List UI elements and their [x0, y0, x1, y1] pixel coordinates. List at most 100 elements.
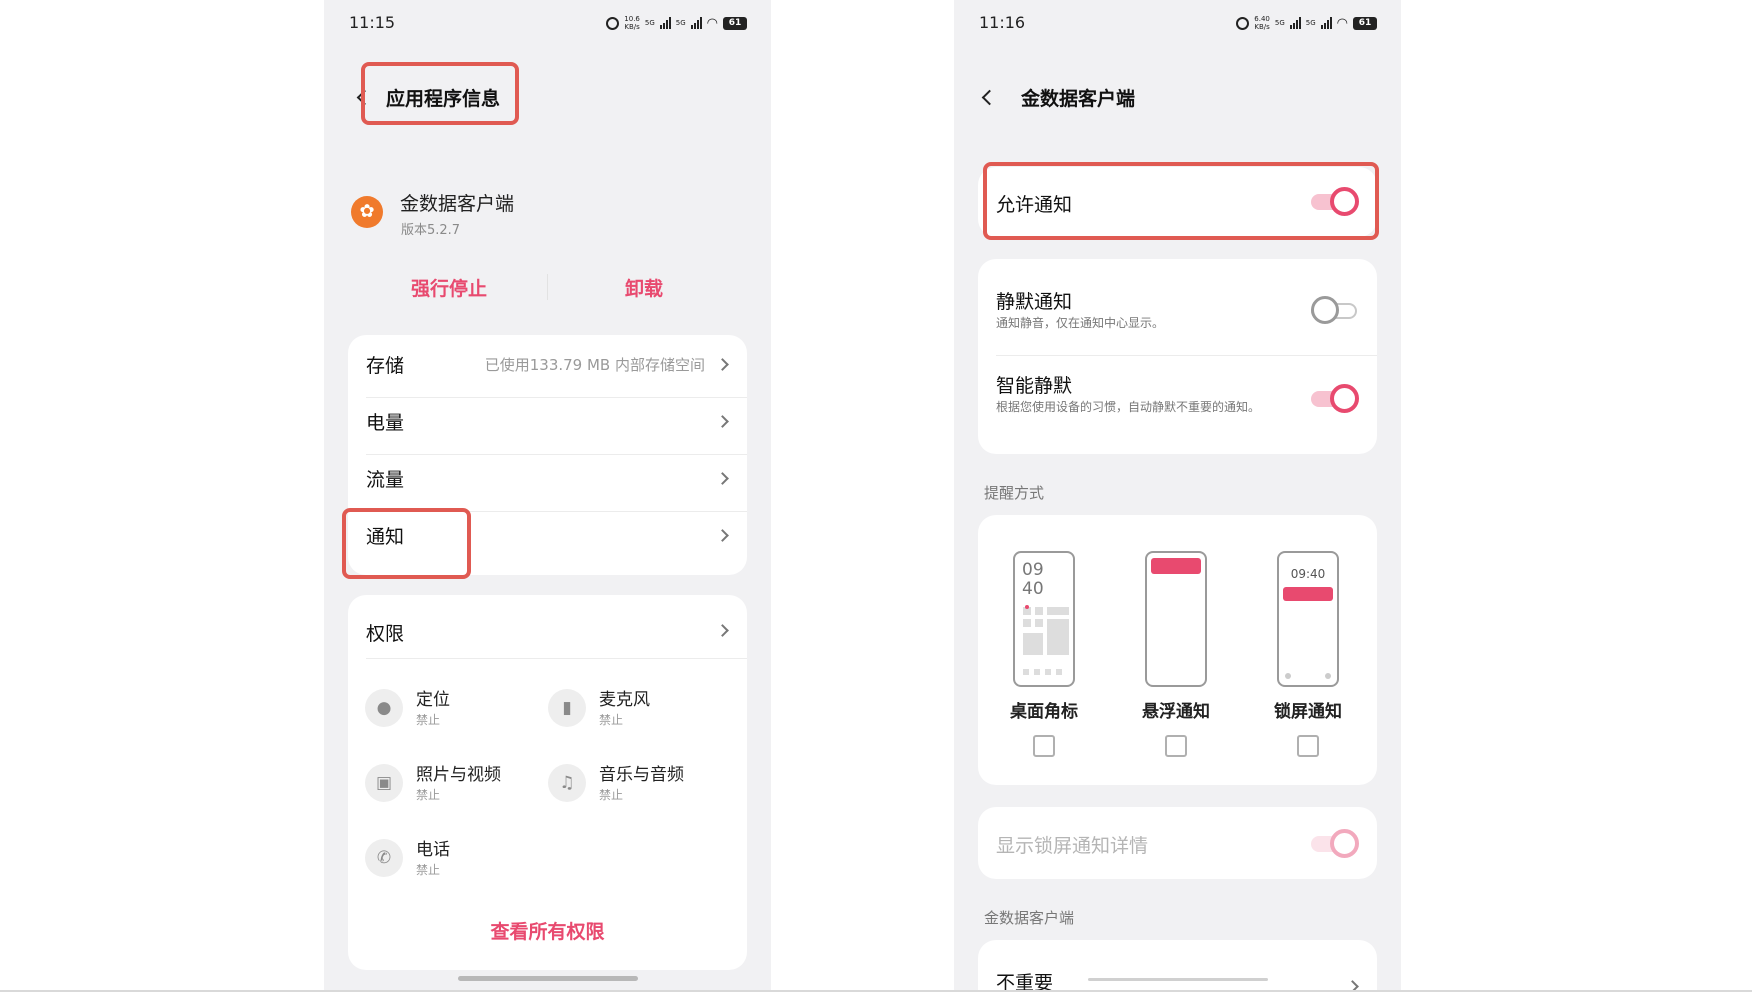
chevron-right-icon [1346, 980, 1359, 990]
view-all-permissions-link[interactable]: 查看所有权限 [348, 917, 747, 944]
lockscreen-checkbox[interactable] [1297, 735, 1319, 757]
permission-microphone[interactable]: ▮ 麦克风 禁止 [548, 685, 728, 735]
location-icon: ● [365, 689, 403, 727]
battery-icon: 61 [1353, 16, 1377, 30]
divider [0, 990, 1752, 992]
app-info-screen: 11:15 10.6 KB/s 5G 5G ◠ 61 应用程序信息 ✿ 金数据客户… [324, 0, 771, 990]
home-indicator[interactable] [458, 976, 638, 981]
badge-label: 桌面角标 [1010, 702, 1078, 722]
signal-5g-1: 5G [644, 19, 655, 27]
signal-icon-2 [690, 17, 702, 29]
permission-status: 禁止 [599, 713, 624, 727]
silent-label: 静默通知 [996, 291, 1073, 313]
back-icon[interactable] [981, 89, 998, 106]
row-label: 权限 [366, 623, 405, 645]
wifi-icon: ◠ [706, 15, 718, 31]
lockscreen-details-toggle[interactable] [1311, 829, 1359, 858]
highlight-title [361, 62, 519, 125]
chevron-right-icon [716, 358, 729, 371]
divider [547, 274, 548, 300]
row-label: 电量 [366, 412, 405, 434]
channel-card: 不重要 [978, 940, 1377, 990]
lockscreen-label: 锁屏通知 [1274, 702, 1342, 722]
row-label: 流量 [366, 469, 405, 491]
app-name: 金数据客户端 [400, 193, 515, 215]
permission-music[interactable]: ♫ 音乐与音频 禁止 [548, 760, 728, 810]
signal-5g-2: 5G [675, 19, 686, 27]
channel-section-label: 金数据客户端 [984, 909, 1075, 927]
divider [366, 658, 747, 659]
reminder-section-label: 提醒方式 [984, 484, 1045, 502]
status-bar: 11:16 6.40 KB/s 5G 5G ◠ 61 [954, 13, 1401, 35]
row-data-usage[interactable]: 流量 [348, 449, 747, 506]
permission-name: 电话 [416, 840, 450, 860]
badge-checkbox[interactable] [1033, 735, 1055, 757]
signal-5g-2: 5G [1305, 19, 1316, 27]
floating-checkbox[interactable] [1165, 735, 1187, 757]
image-icon: ▣ [365, 764, 403, 802]
app-logo-icon: ✿ [351, 196, 383, 228]
signal-icon-2 [1320, 17, 1332, 29]
row-value: 已使用133.79 MB 内部存储空间 [484, 356, 705, 374]
chevron-right-icon [716, 415, 729, 428]
smart-silent-label: 智能静默 [996, 375, 1073, 397]
status-bar: 11:15 10.6 KB/s 5G 5G ◠ 61 [324, 13, 771, 35]
status-time: 11:16 [979, 13, 1026, 32]
lockscreen-details-label: 显示锁屏通知详情 [996, 835, 1149, 857]
chevron-right-icon [716, 472, 729, 485]
permission-name: 定位 [416, 690, 450, 710]
badge-preview: 09 40 [1013, 551, 1075, 687]
lockscreen-preview: 09:40 [1277, 551, 1339, 687]
smart-silent-toggle[interactable] [1311, 384, 1359, 413]
highlight-allow-notifications [983, 162, 1379, 240]
silent-toggle[interactable] [1311, 296, 1359, 324]
alarm-icon [1236, 16, 1250, 30]
net-speed: 6.40 KB/s [1254, 15, 1270, 31]
permission-name: 麦克风 [599, 690, 650, 710]
permission-location[interactable]: ● 定位 禁止 [365, 685, 545, 735]
signal-5g-1: 5G [1274, 19, 1285, 27]
uninstall-button[interactable]: 卸载 [625, 274, 663, 301]
row-label: 存储 [366, 355, 405, 377]
alarm-icon [606, 16, 620, 30]
permission-name: 照片与视频 [416, 765, 501, 785]
app-version: 版本5.2.7 [401, 223, 461, 238]
notification-settings-screen: 11:16 6.40 KB/s 5G 5G ◠ 61 金数据客户端 允许通知 静默… [954, 0, 1401, 990]
signal-icon [1289, 17, 1301, 29]
highlight-notifications [342, 508, 471, 579]
reminder-card: 09 40 09:40 桌面角标 悬浮通知 锁屏通知 [978, 515, 1377, 785]
smart-silent-desc: 根据您使用设备的习惯，自动静默不重要的通知。 [996, 400, 1261, 414]
page-title: 金数据客户端 [1021, 88, 1136, 110]
divider [996, 355, 1377, 356]
permission-status: 禁止 [599, 788, 624, 802]
permission-status: 禁止 [416, 863, 441, 877]
chevron-right-icon [716, 529, 729, 542]
row-storage[interactable]: 存储 已使用133.79 MB 内部存储空间 [348, 335, 747, 392]
wifi-icon: ◠ [1336, 15, 1348, 31]
permission-status: 禁止 [416, 788, 441, 802]
row-permissions[interactable]: 权限 [348, 595, 747, 652]
battery-icon: 61 [723, 16, 747, 30]
channel-label: 不重要 [996, 972, 1054, 990]
net-speed: 10.6 KB/s [624, 15, 640, 31]
silent-desc: 通知静音，仅在通知中心显示。 [996, 316, 1165, 330]
floating-preview [1145, 551, 1207, 687]
signal-icon [659, 17, 671, 29]
preview-clock: 09 40 [1022, 560, 1044, 599]
permission-phone[interactable]: ✆ 电话 禁止 [365, 835, 545, 885]
permission-name: 音乐与音频 [599, 765, 684, 785]
channel-slider[interactable] [1088, 978, 1268, 981]
permission-photos[interactable]: ▣ 照片与视频 禁止 [365, 760, 545, 810]
status-time: 11:15 [349, 13, 396, 32]
silent-card: 静默通知 通知静音，仅在通知中心显示。 智能静默 根据您使用设备的习惯，自动静默… [978, 259, 1377, 454]
music-icon: ♫ [548, 764, 586, 802]
row-battery[interactable]: 电量 [348, 392, 747, 449]
permission-status: 禁止 [416, 713, 441, 727]
lockscreen-details-card: 显示锁屏通知详情 [978, 807, 1377, 879]
preview-clock-small: 09:40 [1290, 567, 1326, 581]
force-stop-button[interactable]: 强行停止 [411, 274, 487, 301]
floating-label: 悬浮通知 [1142, 702, 1210, 722]
microphone-icon: ▮ [548, 689, 586, 727]
phone-icon: ✆ [365, 839, 403, 877]
chevron-right-icon [716, 624, 729, 637]
